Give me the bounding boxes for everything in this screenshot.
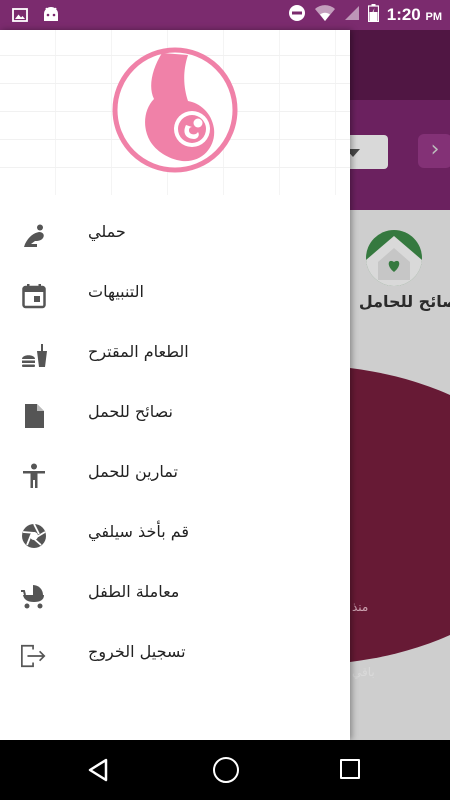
camera-shutter-icon: [20, 523, 48, 549]
accessibility-icon: [20, 463, 48, 489]
wifi-icon: [314, 5, 336, 25]
menu-item-label: معاملة الطفل: [88, 582, 180, 601]
menu-item-label: قم بأخذ سيلفي: [88, 522, 190, 541]
status-bar: 1:20 PM: [0, 0, 450, 30]
menu-item-notifications[interactable]: التنبيهات: [0, 265, 350, 325]
home-icon[interactable]: [213, 757, 239, 783]
fastfood-icon: [20, 343, 48, 369]
menu-item-baby-care[interactable]: معاملة الطفل: [0, 565, 350, 625]
dnd-icon: [288, 4, 306, 26]
android-icon: [42, 6, 60, 26]
recent-apps-icon[interactable]: [340, 759, 360, 779]
battery-charging-icon: [367, 4, 379, 26]
menu-item-label: نصائح للحمل: [88, 402, 173, 421]
logout-icon: [20, 643, 48, 669]
menu-item-label: تمارين للحمل: [88, 462, 178, 481]
menu-item-label: الطعام المقترح: [88, 342, 189, 361]
menu-item-pregnancy-tips[interactable]: نصائح للحمل: [0, 385, 350, 445]
drawer-header: [0, 30, 350, 195]
document-icon: [20, 403, 48, 429]
pregnant-woman-icon: [20, 223, 48, 249]
image-icon: [12, 7, 28, 26]
menu-item-logout[interactable]: تسجيل الخروج: [0, 625, 350, 685]
drawer-scrim[interactable]: [350, 30, 450, 740]
clock: 1:20 PM: [386, 5, 442, 24]
menu-item-label: تسجيل الخروج: [88, 642, 186, 661]
menu-item-my-pregnancy[interactable]: حملي: [0, 205, 350, 265]
pregnancy-logo-icon: [112, 47, 238, 173]
system-nav-bar: [0, 740, 450, 800]
baby-stroller-icon: [20, 583, 48, 609]
menu-item-label: حملي: [88, 222, 126, 241]
menu-item-label: التنبيهات: [88, 282, 144, 301]
back-icon[interactable]: [87, 758, 109, 786]
menu-item-pregnancy-exercises[interactable]: تمارين للحمل: [0, 445, 350, 505]
menu-item-take-selfie[interactable]: قم بأخذ سيلفي: [0, 505, 350, 565]
calendar-icon: [20, 283, 48, 309]
signal-icon: [344, 5, 360, 25]
menu-item-suggested-food[interactable]: الطعام المقترح: [0, 325, 350, 385]
drawer-menu: حملي التنبيهات الطعام المقترح نصائح للحم…: [0, 205, 350, 685]
navigation-drawer: حملي التنبيهات الطعام المقترح نصائح للحم…: [0, 30, 350, 740]
